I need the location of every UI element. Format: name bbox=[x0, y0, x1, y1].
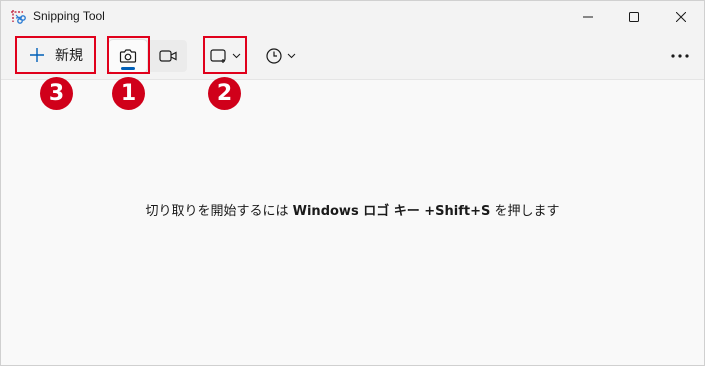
hint-text-before: 切り取りを開始するには bbox=[145, 204, 289, 219]
start-snip-hint: 切り取りを開始するには Windows ロゴ キー +Shift+S を押します bbox=[1, 200, 704, 219]
window-title: Snipping Tool bbox=[33, 9, 105, 23]
annotation-badge-1: 1 bbox=[112, 77, 145, 110]
video-camera-icon bbox=[159, 50, 177, 62]
video-mode-button[interactable] bbox=[149, 40, 187, 72]
toolbar-divider bbox=[1, 79, 704, 80]
title-bar: Snipping Tool bbox=[1, 1, 704, 33]
clock-icon bbox=[266, 48, 282, 64]
more-dots-icon bbox=[671, 54, 689, 58]
snipping-tool-app-icon bbox=[10, 9, 26, 25]
minimize-button[interactable] bbox=[565, 1, 611, 33]
hint-shortcut-keys: Windows ロゴ キー +Shift+S bbox=[292, 204, 491, 219]
highlight-box-screenshot-mode bbox=[107, 36, 150, 74]
minimize-icon bbox=[583, 16, 593, 18]
snipping-tool-window: Snipping Tool 新規 1 2 3 切り取りを開始するには Windo… bbox=[0, 0, 705, 366]
annotation-badge-2: 2 bbox=[208, 77, 241, 110]
highlight-box-snip-shape bbox=[203, 36, 247, 74]
hint-text-after: を押します bbox=[494, 204, 560, 219]
chevron-down-icon bbox=[287, 53, 296, 59]
maximize-button[interactable] bbox=[611, 1, 657, 33]
close-button[interactable] bbox=[658, 1, 704, 33]
delay-dropdown[interactable] bbox=[261, 40, 300, 72]
more-options-button[interactable] bbox=[665, 41, 695, 71]
annotation-badge-3: 3 bbox=[40, 77, 73, 110]
close-icon bbox=[676, 12, 686, 22]
maximize-icon bbox=[629, 12, 639, 22]
highlight-box-new bbox=[15, 36, 96, 74]
